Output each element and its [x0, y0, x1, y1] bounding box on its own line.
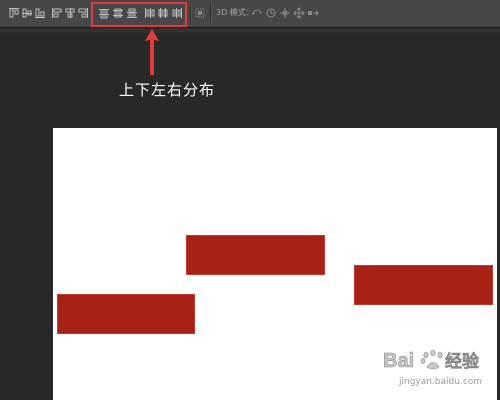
- toolbar-separator: [210, 4, 211, 22]
- align-bottom-edges-icon[interactable]: [33, 6, 47, 20]
- svg-text:Bai: Bai: [383, 350, 414, 372]
- align-vertical-centers-icon[interactable]: [20, 6, 34, 20]
- svg-text:经验: 经验: [445, 351, 480, 372]
- auto-align-layers-icon[interactable]: [193, 6, 207, 20]
- slide-3d-icon[interactable]: [292, 6, 306, 20]
- annotation-caption: 上下左右分布: [119, 81, 216, 99]
- arrow-up-icon: [145, 29, 159, 75]
- align-left-edges-icon[interactable]: [50, 6, 64, 20]
- options-bar: 3D 模式：: [0, 0, 500, 28]
- watermark: Bai 经验 jingyan.baidu.com: [383, 347, 498, 397]
- red-rectangle-left[interactable]: [57, 294, 195, 334]
- scale-3d-icon[interactable]: [306, 6, 320, 20]
- distribute-buttons-highlight: [91, 2, 187, 27]
- toolbar-separator: [190, 4, 191, 22]
- roll-3d-icon[interactable]: [264, 6, 278, 20]
- rotate-3d-icon[interactable]: [250, 6, 264, 20]
- align-top-edges-icon[interactable]: [7, 6, 21, 20]
- red-rectangle-middle[interactable]: [186, 235, 325, 275]
- red-rectangle-right[interactable]: [354, 265, 493, 305]
- pan-3d-icon[interactable]: [278, 6, 292, 20]
- align-horizontal-centers-icon[interactable]: [63, 6, 77, 20]
- watermark-url: jingyan.baidu.com: [399, 377, 483, 387]
- document-tab-strip: [0, 28, 500, 33]
- baidu-jingyan-logo: Bai 经验: [383, 349, 480, 372]
- align-right-edges-icon[interactable]: [76, 6, 90, 20]
- 3d-mode-label: 3D 模式：: [216, 8, 254, 17]
